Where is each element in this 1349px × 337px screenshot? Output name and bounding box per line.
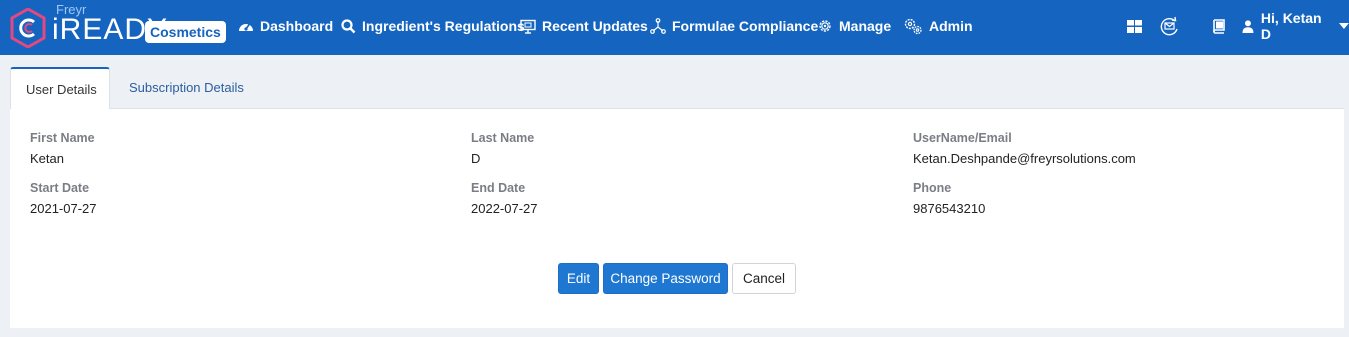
search-icon [341, 18, 356, 33]
start-date-value: 2021-07-27 [30, 201, 97, 216]
mail-sync-button[interactable] [1158, 14, 1182, 38]
start-date-field: Start Date 2021-07-27 [30, 181, 97, 216]
top-navbar: Freyr iREADY Cosmetics Dashboard Ingredi… [0, 0, 1349, 55]
nav-manage[interactable]: Manage [817, 0, 891, 52]
user-icon [1242, 19, 1254, 33]
username-label: UserName/Email [913, 131, 1012, 145]
username-field: UserName/Email Ketan.Deshpande@freyrsolu… [913, 131, 1136, 166]
cancel-button[interactable]: Cancel [732, 263, 796, 294]
nav-recent-updates[interactable]: Recent Updates [520, 0, 648, 52]
tab-user-details[interactable]: User Details [10, 67, 110, 109]
phone-field: Phone 9876543210 [913, 181, 985, 216]
change-password-button[interactable]: Change Password [603, 263, 728, 294]
gear-icon [819, 20, 831, 32]
user-details-panel: First Name Ketan Last Name D UserName/Em… [10, 108, 1344, 328]
grid-apps-icon [1126, 19, 1142, 33]
email-refresh-icon [1160, 16, 1178, 36]
nav-dashboard-label: Dashboard [260, 18, 334, 34]
dashboard-gauge-icon [239, 23, 253, 31]
last-name-value: D [471, 151, 481, 166]
first-name-field: First Name Ketan [30, 131, 95, 166]
first-name-label: First Name [30, 131, 95, 145]
nav-manage-label: Manage [839, 18, 892, 34]
first-name-value: Ketan [30, 151, 64, 166]
gears-icon [904, 18, 922, 35]
nav-admin[interactable]: Admin [903, 0, 973, 52]
start-date-label: Start Date [30, 181, 90, 195]
brand-logo[interactable]: Freyr iREADY Cosmetics [8, 2, 226, 52]
end-date-value: 2022-07-27 [471, 201, 538, 216]
user-greeting: Hi, Ketan D [1260, 10, 1322, 42]
apps-grid-button[interactable] [1122, 14, 1146, 38]
nav-formulae-label: Formulae Compliance [672, 18, 819, 34]
phone-value: 9876543210 [913, 201, 986, 216]
nav-dashboard[interactable]: Dashboard [238, 0, 333, 52]
molecule-network-icon [650, 18, 666, 34]
nav-recent-updates-label: Recent Updates [542, 18, 648, 34]
last-name-field: Last Name D [471, 131, 534, 166]
book-icon [1212, 18, 1225, 34]
nav-ingredients-label: Ingredient's Regulations [362, 18, 525, 34]
username-value: Ketan.Deshpande@freyrsolutions.com [913, 151, 1136, 166]
guide-book-button[interactable] [1206, 14, 1230, 38]
module-badge: Cosmetics [145, 21, 226, 43]
edit-button[interactable]: Edit [558, 263, 599, 294]
nav-ingredients-regulations[interactable]: Ingredient's Regulations [341, 0, 525, 52]
end-date-field: End Date 2022-07-27 [471, 181, 538, 216]
caret-down-icon [1339, 23, 1349, 29]
tab-subscription-details[interactable]: Subscription Details [114, 67, 259, 109]
nav-admin-label: Admin [929, 18, 973, 34]
presentation-board-icon [520, 19, 536, 34]
user-menu[interactable]: Hi, Ketan D [1242, 0, 1349, 52]
last-name-label: Last Name [471, 131, 535, 145]
end-date-label: End Date [471, 181, 526, 195]
phone-label: Phone [913, 181, 952, 195]
nav-formulae-compliance[interactable]: Formulae Compliance [650, 0, 818, 52]
freyr-logo-icon [10, 8, 46, 48]
